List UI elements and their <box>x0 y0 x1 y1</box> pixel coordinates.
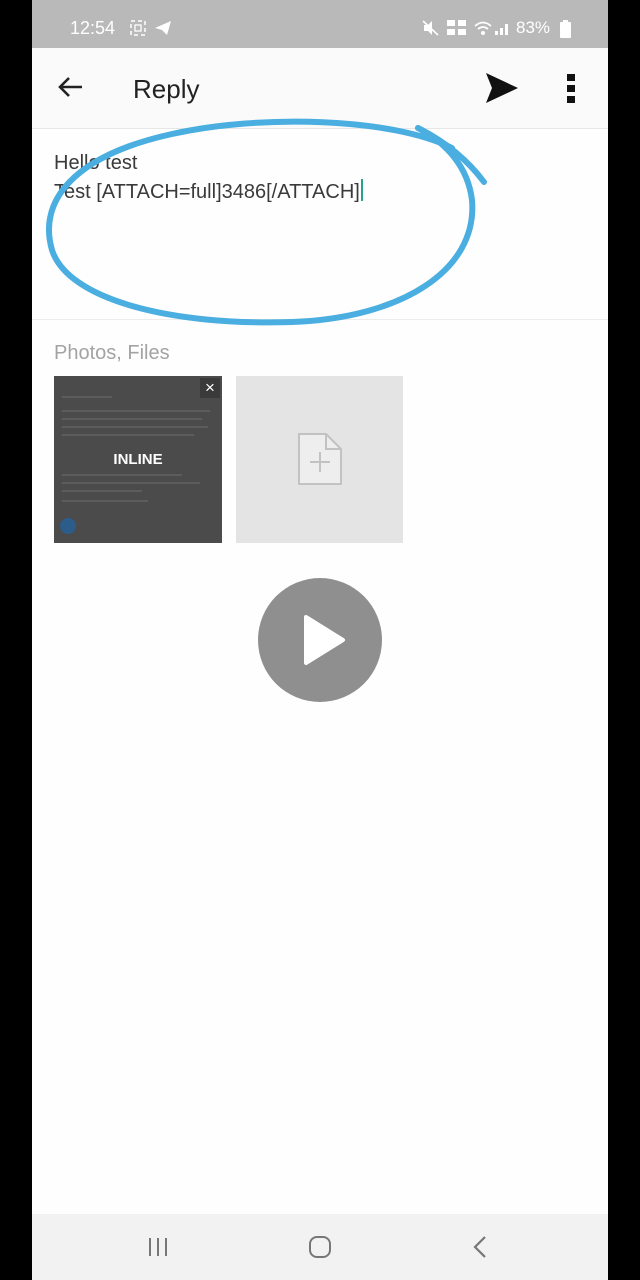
recents-icon <box>149 1238 167 1256</box>
attachment-thumbnail[interactable]: × INLINE <box>54 376 222 543</box>
back-button[interactable] <box>56 72 86 102</box>
screenshot-icon <box>130 20 146 41</box>
home-icon <box>309 1236 331 1258</box>
thumb-text-line <box>62 474 182 476</box>
page-title: Reply <box>133 74 200 104</box>
thumb-text-line <box>62 434 194 436</box>
more-vert-icon <box>567 74 575 103</box>
thumb-text-line <box>62 426 208 428</box>
add-file-button[interactable] <box>236 376 403 543</box>
wifi-icon <box>474 20 492 41</box>
thumb-text-line <box>62 490 142 492</box>
avatar <box>60 518 76 534</box>
play-button[interactable] <box>258 578 382 702</box>
battery-percent: 83% <box>516 18 551 37</box>
home-button[interactable] <box>305 1234 335 1260</box>
send-button[interactable] <box>484 70 520 106</box>
add-file-icon <box>298 433 342 485</box>
more-options-button[interactable] <box>564 70 578 106</box>
thumb-text-line <box>62 482 200 484</box>
thumb-text-line <box>62 396 112 398</box>
send-icon <box>486 73 518 103</box>
play-icon <box>304 615 345 665</box>
thumb-text-line <box>62 418 202 420</box>
recents-button[interactable] <box>144 1234 174 1260</box>
thumb-text-line <box>62 500 148 502</box>
volte-icon <box>446 19 468 42</box>
phone-screen: 12:54 83% Reply Hello test Test [ATTACH=… <box>32 0 608 1280</box>
thumb-text-line <box>62 410 210 412</box>
back-icon <box>473 1236 486 1258</box>
battery-icon <box>560 20 571 43</box>
signal-icon <box>494 20 512 41</box>
telegram-icon <box>154 20 172 41</box>
attachments-label: Photos, Files <box>54 342 170 364</box>
back-arrow-icon <box>58 77 82 97</box>
remove-attachment-button[interactable]: × <box>200 378 220 398</box>
mute-icon <box>422 20 440 41</box>
annotation-circle <box>46 118 487 326</box>
nav-back-button[interactable] <box>466 1234 496 1260</box>
status-time: 12:54 <box>70 18 116 38</box>
system-nav-bar <box>32 1214 608 1280</box>
status-bar: 12:54 83% <box>32 0 608 48</box>
inline-badge[interactable]: INLINE <box>54 451 222 468</box>
